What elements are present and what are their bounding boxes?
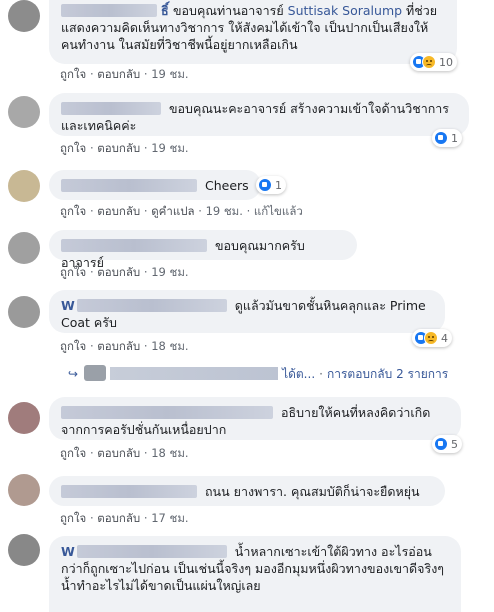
mentioned-user[interactable]: Suttisak Soralump xyxy=(288,3,402,18)
reply-link[interactable]: ตอบกลับ xyxy=(97,141,140,155)
comment-actions: ถูกใจ · ตอบกลับ · ดูคำแปล · 19 ชม. · แก้… xyxy=(60,204,303,218)
reply-link[interactable]: ตอบกลับ xyxy=(97,67,140,81)
sad-icon xyxy=(424,331,438,345)
comment-text: ขอบคุณท่านอาจารย์ xyxy=(173,3,284,18)
avatar[interactable] xyxy=(8,296,40,328)
reply-link[interactable]: ตอบกลับ xyxy=(97,511,140,525)
comment-bubble: W ดูแล้วมันขาดชั้นหินคลุกและ Prime Coat … xyxy=(49,290,445,333)
avatar[interactable] xyxy=(8,170,40,202)
comment-text: Cheers xyxy=(204,178,249,193)
comment-actions: ถูกใจ · ตอบกลับ · 18 ชม. xyxy=(60,339,189,353)
like-link[interactable]: ถูกใจ xyxy=(60,339,86,353)
commenter-name[interactable] xyxy=(61,485,197,498)
like-link[interactable]: ถูกใจ xyxy=(60,141,86,155)
reaction-count[interactable]: 1 xyxy=(432,129,462,147)
comment-actions: ถูกใจ · ตอบกลับ · 17 ชม. xyxy=(60,511,189,525)
reply-arrow-icon: ↪ xyxy=(68,367,79,381)
comment-bubble: W น้ำหลากเซาะเข้าใต้ผิวทาง อะไรอ่อนกว่าก… xyxy=(49,536,461,612)
commenter-name[interactable]: W xyxy=(61,298,231,313)
reaction-count[interactable]: 4 xyxy=(412,329,452,347)
timestamp[interactable]: 19 ชม. xyxy=(151,141,188,155)
like-link[interactable]: ถูกใจ xyxy=(60,67,86,81)
comment-text: ถนน ยางพารา. คุณสมบัติก็น่าจะยืดหยุ่น xyxy=(204,484,420,499)
commenter-name[interactable] xyxy=(61,239,207,252)
timestamp[interactable]: 19 ชม. xyxy=(206,204,243,218)
view-replies-link[interactable]: ↪ ได้ต... · การตอบกลับ 2 รายการ xyxy=(68,365,448,384)
comment-actions: ถูกใจ · ตอบกลับ · 19 ชม. xyxy=(60,67,189,81)
commenter-name[interactable]: ธิ์ ธิ์ xyxy=(61,3,173,18)
like-icon xyxy=(434,437,448,451)
avatar[interactable] xyxy=(8,474,40,506)
comment-actions: ถูกใจ · ตอบกลับ · 19 ชม. xyxy=(60,265,189,279)
comment-bubble: ถนน ยางพารา. คุณสมบัติก็น่าจะยืดหยุ่น xyxy=(49,476,445,506)
avatar xyxy=(84,365,107,381)
comment-bubble: ขอบคุณนะคะอาจารย์ สร้างความเข้าใจด้านวิช… xyxy=(49,93,469,136)
reply-link[interactable]: ตอบกลับ xyxy=(97,265,140,279)
timestamp[interactable]: 19 ชม. xyxy=(151,265,188,279)
commenter-name[interactable] xyxy=(61,406,273,419)
like-icon xyxy=(434,131,448,145)
avatar[interactable] xyxy=(8,534,40,566)
timestamp[interactable]: 19 ชม. xyxy=(151,67,188,81)
comment-bubble: ขอบคุณมากครับอาจารย์ xyxy=(49,230,357,270)
avatar[interactable] xyxy=(8,402,40,434)
see-translation-link[interactable]: ดูคำแปล xyxy=(151,204,194,218)
avatar[interactable] xyxy=(8,0,40,32)
like-link[interactable]: ถูกใจ xyxy=(60,511,86,525)
comment-bubble: ธิ์ ธิ์ ขอบคุณท่านอาจารย์ Suttisak Soral… xyxy=(49,0,457,64)
reaction-count[interactable]: 5 xyxy=(432,435,462,453)
like-link[interactable]: ถูกใจ xyxy=(60,204,86,218)
commenter-name[interactable] xyxy=(61,102,161,115)
comment-bubble: อธิบายให้คนที่หลงคิดว่าเกิดจากการคอรัปชั… xyxy=(49,397,461,440)
reaction-count[interactable]: 10 xyxy=(410,53,457,71)
commenter-name[interactable] xyxy=(61,179,197,192)
reaction-count[interactable]: 1 xyxy=(256,176,286,194)
like-link[interactable]: ถูกใจ xyxy=(60,265,86,279)
sad-icon xyxy=(422,55,436,69)
like-icon xyxy=(258,178,272,192)
like-link[interactable]: ถูกใจ xyxy=(60,446,86,460)
avatar[interactable] xyxy=(8,96,40,128)
commenter-name[interactable]: W xyxy=(61,544,231,559)
timestamp[interactable]: 18 ชม. xyxy=(151,446,188,460)
reply-link[interactable]: ตอบกลับ xyxy=(97,446,140,460)
edited-label[interactable]: แก้ไขแล้ว xyxy=(254,204,303,218)
comment-actions: ถูกใจ · ตอบกลับ · 19 ชม. xyxy=(60,141,189,155)
comment-bubble: Cheers xyxy=(49,170,261,200)
reply-link[interactable]: ตอบกลับ xyxy=(97,339,140,353)
timestamp[interactable]: 18 ชม. xyxy=(151,339,188,353)
avatar[interactable] xyxy=(8,232,40,264)
reply-link[interactable]: ตอบกลับ xyxy=(97,204,140,218)
comment-actions: ถูกใจ · ตอบกลับ · 18 ชม. xyxy=(60,446,189,460)
timestamp[interactable]: 17 ชม. xyxy=(151,511,188,525)
